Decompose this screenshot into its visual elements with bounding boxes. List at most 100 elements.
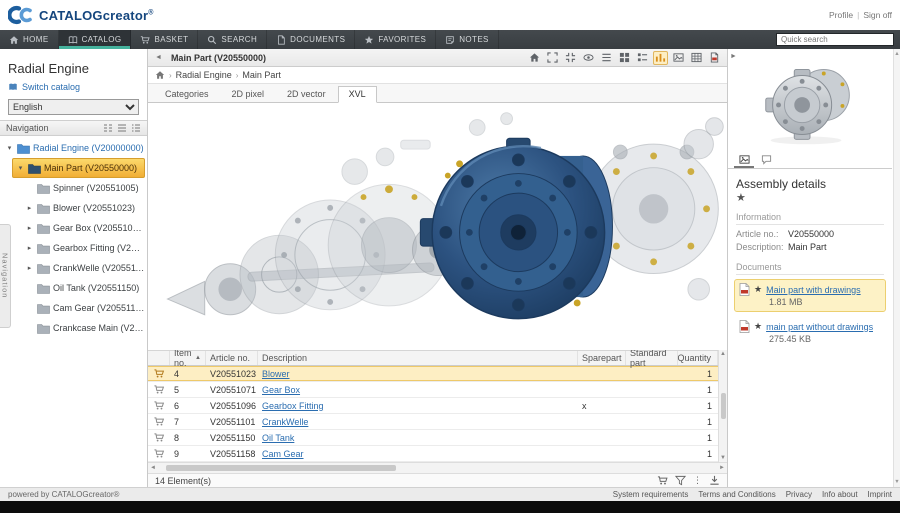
tree-item-gear-box[interactable]: ▸ Gear Box (V20551071): [0, 218, 147, 238]
nav-item-documents[interactable]: DOCUMENTS: [267, 30, 355, 49]
footer-link-terms[interactable]: Terms and Conditions: [698, 490, 775, 499]
basket-all-icon[interactable]: [657, 475, 668, 486]
tree-item-cam-gear[interactable]: Cam Gear (V20551158): [0, 298, 147, 318]
nav-item-basket[interactable]: BASKET: [131, 30, 198, 49]
column-header-item-no[interactable]: Item no.▲: [170, 351, 206, 365]
part-link[interactable]: Gear Box: [262, 385, 300, 395]
add-to-basket-icon[interactable]: [153, 448, 165, 459]
breadcrumb-level1[interactable]: Radial Engine: [176, 70, 232, 80]
add-to-basket-icon[interactable]: [153, 368, 165, 379]
document-item-selected[interactable]: ★ Main part with drawings 1.81 MB: [734, 279, 886, 312]
document-star-icon[interactable]: ★: [754, 284, 762, 295]
tree-view-icon[interactable]: [103, 123, 113, 133]
tab-preview[interactable]: [734, 153, 754, 168]
nav-item-catalog[interactable]: CATALOG: [59, 30, 132, 49]
expand-closed-icon[interactable]: ▸: [25, 224, 34, 232]
collapse-details-icon[interactable]: ►: [730, 53, 737, 60]
expand-closed-icon[interactable]: ▸: [25, 204, 34, 212]
profile-link[interactable]: Profile: [829, 10, 853, 20]
nav-item-notes[interactable]: NOTES: [436, 30, 499, 49]
nav-item-favorites[interactable]: FAVORITES: [355, 30, 436, 49]
viewer-3d-model[interactable]: [148, 103, 727, 350]
switch-catalog-link[interactable]: Switch catalog: [0, 80, 147, 94]
tree-item-gearbox-fitting[interactable]: ▸ Gearbox Fitting (V20551096): [0, 238, 147, 258]
document-link[interactable]: main part without drawings: [766, 322, 873, 332]
table-row-gear-box[interactable]: 5 V20551071 Gear Box 1: [148, 382, 718, 398]
breadcrumb-level2[interactable]: Main Part: [242, 70, 281, 80]
tab-categories[interactable]: Categories: [154, 86, 220, 103]
expand-closed-icon[interactable]: ▸: [25, 244, 34, 252]
column-header-article-no[interactable]: Article no.: [206, 351, 258, 365]
column-header-quantity[interactable]: Quantity: [678, 351, 718, 365]
table-row-blower[interactable]: 4 V20551023 Blower 1: [148, 366, 718, 382]
scroll-up-icon[interactable]: ▲: [894, 51, 899, 57]
add-to-basket-icon[interactable]: [153, 416, 165, 427]
details-scrollbar[interactable]: ▲ ▼: [893, 49, 900, 487]
table-row-cam-gear[interactable]: 9 V20551158 Cam Gear 1: [148, 446, 718, 462]
tree-item-blower[interactable]: ▸ Blower (V20551023): [0, 198, 147, 218]
download-icon[interactable]: [709, 475, 720, 486]
tree-item-spinner[interactable]: Spinner (V20551005): [0, 178, 147, 198]
column-header-description[interactable]: Description: [258, 351, 578, 365]
scrollbar-thumb[interactable]: [721, 393, 726, 419]
language-select[interactable]: English: [8, 99, 139, 115]
scroll-left-icon[interactable]: ◄: [150, 465, 156, 471]
list-layout-button[interactable]: [599, 51, 614, 65]
fullscreen-button[interactable]: [545, 51, 560, 65]
document-link[interactable]: Main part with drawings: [766, 285, 861, 295]
footer-link-info-about[interactable]: Info about: [822, 490, 858, 499]
tree-item-crankwelle[interactable]: ▸ CrankWelle (V20551101): [0, 258, 147, 278]
visibility-button[interactable]: [581, 51, 596, 65]
filter-icon[interactable]: [675, 475, 686, 486]
nav-item-search[interactable]: SEARCH: [198, 30, 267, 49]
tab-2d-vector[interactable]: 2D vector: [276, 86, 337, 103]
scroll-up-icon[interactable]: ▲: [720, 351, 726, 357]
add-to-basket-icon[interactable]: [153, 384, 165, 395]
part-link[interactable]: Gearbox Fitting: [262, 401, 324, 411]
home-icon[interactable]: [155, 70, 165, 80]
tree-item-main-part-selected[interactable]: ▾ Main Part (V20550000): [12, 158, 145, 178]
navigation-collapse-tab[interactable]: Navigation: [0, 224, 11, 328]
add-to-basket-icon[interactable]: [153, 400, 165, 411]
part-link[interactable]: Blower: [262, 369, 290, 379]
part-thumbnail[interactable]: [751, 57, 869, 147]
table-row-gearbox-fitting[interactable]: 6 V20551096 Gearbox Fitting x 1: [148, 398, 718, 414]
detail-list-button[interactable]: [635, 51, 650, 65]
table-row-crankwelle[interactable]: 7 V20551101 CrankWelle 1: [148, 414, 718, 430]
tab-2d-pixel[interactable]: 2D pixel: [221, 86, 276, 103]
footer-link-imprint[interactable]: Imprint: [868, 490, 892, 499]
tab-xvl[interactable]: XVL: [338, 86, 377, 103]
fit-view-button[interactable]: [563, 51, 578, 65]
tree-item-crankcase-main[interactable]: Crankcase Main (V20551167): [0, 318, 147, 338]
scroll-right-icon[interactable]: ►: [719, 465, 725, 471]
document-item[interactable]: ★ main part without drawings 275.45 KB: [734, 316, 886, 349]
column-header-sparepart[interactable]: Sparepart: [578, 351, 626, 365]
footer-link-privacy[interactable]: Privacy: [786, 490, 812, 499]
pdf-export-button[interactable]: [707, 51, 722, 65]
list-view-icon[interactable]: [131, 123, 141, 133]
part-link[interactable]: CrankWelle: [262, 417, 308, 427]
favorite-star-icon[interactable]: ★: [736, 193, 884, 204]
table-vertical-scrollbar[interactable]: ▲ ▼: [718, 350, 727, 462]
scroll-down-icon[interactable]: ▼: [720, 455, 726, 461]
expand-open-icon[interactable]: ▾: [5, 144, 14, 152]
add-to-basket-icon[interactable]: [153, 432, 165, 443]
sign-off-link[interactable]: Sign off: [863, 10, 892, 20]
scrollbar-thumb[interactable]: [166, 465, 396, 471]
table-row-oil-tank[interactable]: 8 V20551150 Oil Tank 1: [148, 430, 718, 446]
index-view-icon[interactable]: [117, 123, 127, 133]
tree-item-oil-tank[interactable]: Oil Tank (V20551150): [0, 278, 147, 298]
tree-item-radial-engine[interactable]: ▾ Radial Engine (V20000000): [0, 138, 147, 158]
image-view-button[interactable]: [671, 51, 686, 65]
home-view-button[interactable]: [527, 51, 542, 65]
part-link[interactable]: Oil Tank: [262, 433, 294, 443]
expand-closed-icon[interactable]: ▸: [25, 264, 34, 272]
expand-open-icon[interactable]: ▾: [16, 164, 25, 172]
column-header-standard-part[interactable]: Standard part: [626, 351, 678, 365]
scroll-down-icon[interactable]: ▼: [894, 479, 899, 485]
table-horizontal-scrollbar[interactable]: ◄ ►: [148, 462, 727, 473]
part-link[interactable]: Cam Gear: [262, 449, 304, 459]
collapse-navigation-icon[interactable]: ◄: [153, 54, 164, 61]
tab-comments[interactable]: [756, 153, 776, 168]
view-3d-button[interactable]: [653, 51, 668, 65]
